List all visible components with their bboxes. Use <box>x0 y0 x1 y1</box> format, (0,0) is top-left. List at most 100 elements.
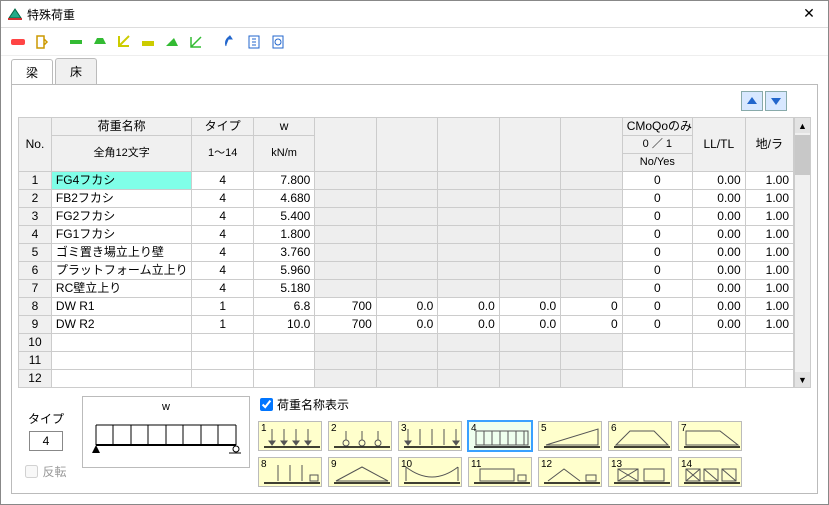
cell-cmoqo[interactable]: 0 <box>622 280 692 298</box>
cell-extra[interactable] <box>376 280 437 298</box>
cell-jira[interactable]: 1.00 <box>745 262 793 280</box>
cell-lltl[interactable]: 0.00 <box>692 280 745 298</box>
cell-extra[interactable] <box>561 172 622 190</box>
cell-extra[interactable] <box>561 262 622 280</box>
cell-name[interactable]: プラットフォーム立上り <box>51 262 192 280</box>
table-row[interactable]: 5ゴミ置き場立上り壁43.76000.001.00 <box>19 244 794 262</box>
cell-extra[interactable]: 0.0 <box>499 298 560 316</box>
tool-icon-1[interactable] <box>7 31 29 53</box>
cell-extra[interactable]: 0 <box>561 316 622 334</box>
cell-extra[interactable] <box>438 208 499 226</box>
cell-cmoqo[interactable]: 0 <box>622 172 692 190</box>
cell-extra[interactable] <box>376 370 437 388</box>
cell-extra[interactable] <box>561 226 622 244</box>
cell-extra[interactable] <box>376 172 437 190</box>
cell-extra[interactable] <box>561 334 622 352</box>
cell-extra[interactable] <box>438 190 499 208</box>
table-body[interactable]: 1FG4フカシ47.80000.001.002FB2フカシ44.68000.00… <box>19 172 794 388</box>
cell-name[interactable]: ゴミ置き場立上り壁 <box>51 244 192 262</box>
type-input[interactable] <box>29 431 63 451</box>
cell-w[interactable] <box>253 352 314 370</box>
tool-icon-6[interactable] <box>137 31 159 53</box>
cell-extra[interactable] <box>438 370 499 388</box>
cell-extra[interactable]: 0.0 <box>376 298 437 316</box>
cell-extra[interactable] <box>438 280 499 298</box>
cell-extra[interactable] <box>315 190 376 208</box>
cell-extra[interactable] <box>376 208 437 226</box>
cell-name[interactable]: FB2フカシ <box>51 190 192 208</box>
cell-extra[interactable] <box>499 190 560 208</box>
cell-type[interactable]: 4 <box>192 280 253 298</box>
cell-jira[interactable]: 1.00 <box>745 280 793 298</box>
cell-w[interactable]: 5.400 <box>253 208 314 226</box>
cell-lltl[interactable]: 0.00 <box>692 316 745 334</box>
load-table[interactable]: No. 荷重名称 タイプ w CMoQoのみ LL/TL 地/ラ 全角12文字 … <box>18 117 794 388</box>
cell-type[interactable]: 4 <box>192 190 253 208</box>
cell-type[interactable]: 4 <box>192 262 253 280</box>
shape-type-9[interactable]: 9 <box>328 457 392 487</box>
cell-name[interactable]: FG4フカシ <box>51 172 192 190</box>
cell-w[interactable]: 10.0 <box>253 316 314 334</box>
cell-type[interactable]: 4 <box>192 208 253 226</box>
table-row[interactable]: 7RC壁立上り45.18000.001.00 <box>19 280 794 298</box>
cell-extra[interactable] <box>376 226 437 244</box>
table-row[interactable]: 3FG2フカシ45.40000.001.00 <box>19 208 794 226</box>
cell-extra[interactable] <box>499 262 560 280</box>
cell-extra[interactable]: 0.0 <box>438 298 499 316</box>
cell-extra[interactable] <box>499 226 560 244</box>
cell-extra[interactable] <box>438 352 499 370</box>
cell-lltl[interactable]: 0.00 <box>692 262 745 280</box>
cell-lltl[interactable]: 0.00 <box>692 298 745 316</box>
cell-cmoqo[interactable]: 0 <box>622 226 692 244</box>
vertical-scrollbar[interactable]: ▲ ▼ <box>794 117 811 388</box>
cell-lltl[interactable]: 0.00 <box>692 244 745 262</box>
cell-jira[interactable] <box>745 334 793 352</box>
cell-cmoqo[interactable] <box>622 370 692 388</box>
cell-extra[interactable] <box>561 352 622 370</box>
cell-lltl[interactable]: 0.00 <box>692 226 745 244</box>
cell-extra[interactable] <box>438 262 499 280</box>
cell-extra[interactable] <box>376 190 437 208</box>
cell-type[interactable] <box>192 352 253 370</box>
tool-icon-5[interactable] <box>113 31 135 53</box>
cell-extra[interactable] <box>376 352 437 370</box>
cell-extra[interactable] <box>315 370 376 388</box>
cell-cmoqo[interactable] <box>622 352 692 370</box>
cell-extra[interactable] <box>561 244 622 262</box>
cell-type[interactable]: 4 <box>192 172 253 190</box>
shape-type-14[interactable]: 14 <box>678 457 742 487</box>
cell-type[interactable]: 1 <box>192 316 253 334</box>
cell-extra[interactable] <box>438 172 499 190</box>
cell-cmoqo[interactable] <box>622 334 692 352</box>
cell-extra[interactable] <box>315 226 376 244</box>
cell-name[interactable]: FG2フカシ <box>51 208 192 226</box>
cell-cmoqo[interactable]: 0 <box>622 190 692 208</box>
cell-w[interactable] <box>253 334 314 352</box>
cell-lltl[interactable] <box>692 352 745 370</box>
cell-jira[interactable]: 1.00 <box>745 244 793 262</box>
cell-jira[interactable]: 1.00 <box>745 226 793 244</box>
cell-jira[interactable]: 1.00 <box>745 172 793 190</box>
cell-lltl[interactable] <box>692 334 745 352</box>
cell-extra[interactable]: 0.0 <box>499 316 560 334</box>
shape-type-1[interactable]: 1 <box>258 421 322 451</box>
cell-extra[interactable] <box>561 208 622 226</box>
cell-jira[interactable]: 1.00 <box>745 208 793 226</box>
tool-icon-11[interactable] <box>267 31 289 53</box>
cell-extra[interactable] <box>315 262 376 280</box>
table-row[interactable]: 4FG1フカシ41.80000.001.00 <box>19 226 794 244</box>
cell-extra[interactable] <box>315 334 376 352</box>
shape-type-13[interactable]: 13 <box>608 457 672 487</box>
move-up-button[interactable] <box>741 91 763 111</box>
cell-extra[interactable] <box>376 262 437 280</box>
cell-extra[interactable]: 0 <box>561 298 622 316</box>
cell-extra[interactable] <box>376 244 437 262</box>
cell-extra[interactable] <box>499 352 560 370</box>
shape-type-3[interactable]: 3 <box>398 421 462 451</box>
cell-type[interactable] <box>192 370 253 388</box>
shape-type-12[interactable]: 12 <box>538 457 602 487</box>
table-row[interactable]: 6プラットフォーム立上り45.96000.001.00 <box>19 262 794 280</box>
cell-extra[interactable] <box>315 244 376 262</box>
shape-type-7[interactable]: 7 <box>678 421 742 451</box>
shape-type-5[interactable]: 5 <box>538 421 602 451</box>
